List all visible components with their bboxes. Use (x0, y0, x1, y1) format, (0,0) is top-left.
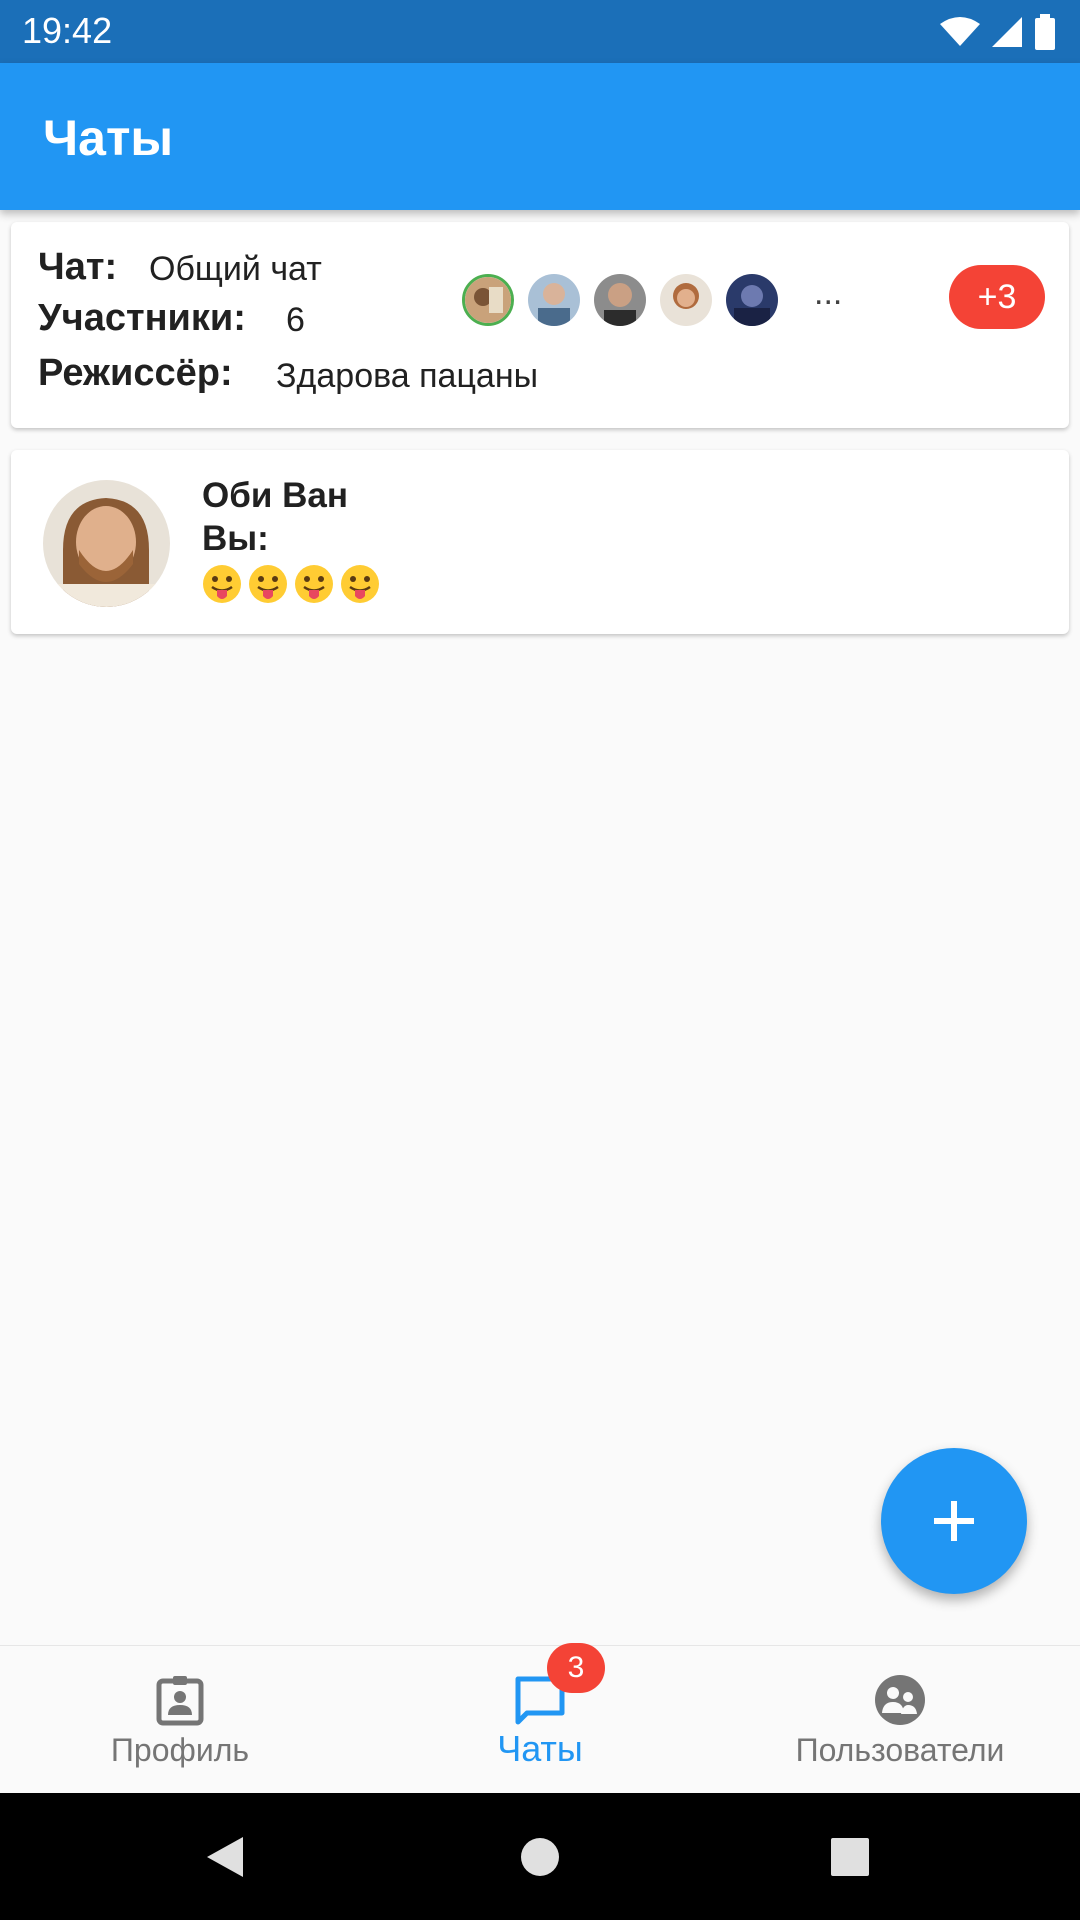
nav-item-chats[interactable]: Чаты (360, 1646, 720, 1794)
users-icon (875, 1675, 925, 1725)
system-navigation-bar (0, 1793, 1080, 1920)
battery-icon (1035, 14, 1055, 50)
chat-label: Чат: (38, 246, 118, 288)
nav-item-profile[interactable]: Профиль (0, 1646, 360, 1794)
bottom-navigation: Профиль Чаты Пользователи (0, 1645, 1080, 1794)
direct-chat-card[interactable]: Оби Ван Вы: (11, 450, 1069, 634)
signal-icon (992, 17, 1022, 47)
chats-unread-badge: 3 (547, 1643, 605, 1693)
nav-item-users[interactable]: Пользователи (720, 1646, 1080, 1794)
avatar (43, 480, 170, 607)
director-text: Здарова пацаны (276, 357, 539, 395)
status-icons (940, 12, 1056, 52)
app-bar: Чаты (0, 63, 1080, 210)
last-message (202, 564, 380, 604)
page-title: Чаты (43, 110, 174, 166)
group-chat-card[interactable]: Чат: Общий чат Участники: 6 Режиссёр: Зд… (11, 222, 1069, 428)
nav-label-users: Пользователи (795, 1732, 1005, 1768)
tongue-out-emoji (341, 565, 379, 603)
back-icon[interactable] (205, 1835, 245, 1879)
members-count: 6 (286, 301, 305, 339)
member-avatar (462, 274, 514, 326)
nav-label-chats: Чаты (497, 1728, 583, 1769)
wifi-icon (940, 17, 980, 46)
new-chat-button[interactable] (881, 1448, 1027, 1594)
tongue-out-emoji (249, 565, 287, 603)
chat-contact-name: Оби Ван (202, 476, 348, 515)
member-avatars (462, 272, 792, 328)
more-members-indicator: ... (814, 274, 843, 312)
director-label: Режиссёр: (38, 352, 233, 394)
status-bar: 19:42 (0, 0, 1080, 63)
member-avatar (726, 274, 778, 326)
member-avatar (528, 274, 580, 326)
members-label: Участники: (38, 297, 246, 339)
recents-icon[interactable] (830, 1837, 870, 1877)
member-avatar (660, 274, 712, 326)
chat-name: Общий чат (149, 250, 322, 288)
profile-badge-icon (156, 1676, 204, 1726)
tongue-out-emoji (295, 565, 333, 603)
plus-icon (934, 1501, 974, 1541)
home-icon[interactable] (520, 1837, 560, 1877)
nav-label-profile: Профиль (110, 1732, 250, 1768)
status-time: 19:42 (22, 10, 113, 51)
last-message-sender: Вы: (202, 519, 269, 558)
member-avatar (594, 274, 646, 326)
extra-members-badge: +3 (949, 265, 1045, 329)
tongue-out-emoji (203, 565, 241, 603)
